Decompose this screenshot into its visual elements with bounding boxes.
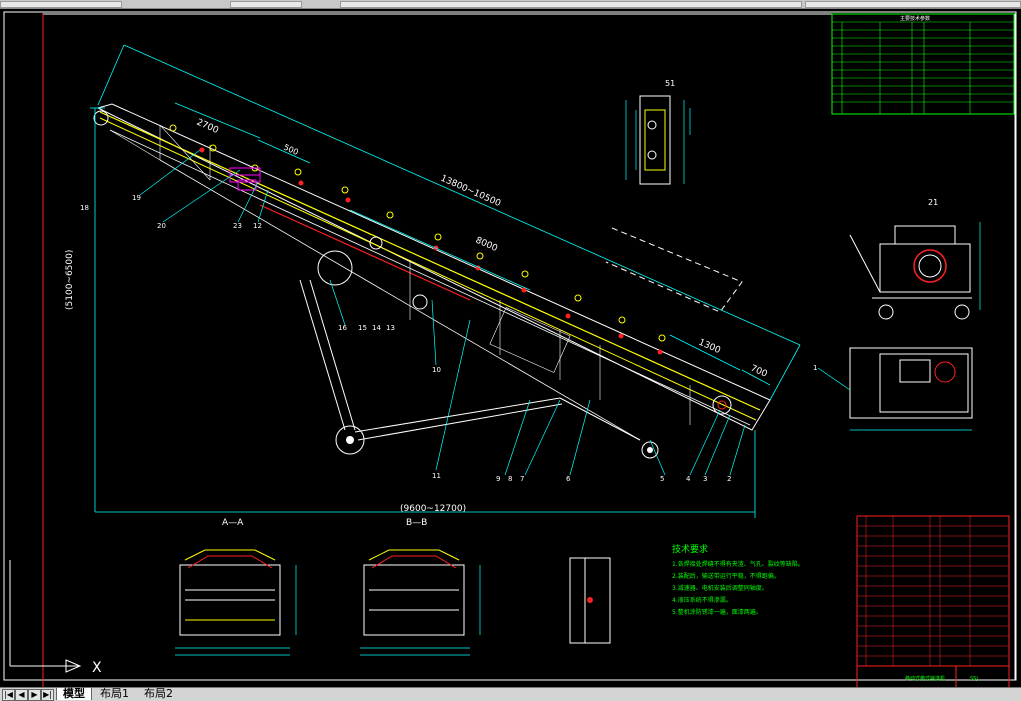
section-a-a: A—A: [175, 518, 297, 656]
red-member: [259, 204, 471, 301]
dim-span-main: 13800~10500: [439, 174, 503, 210]
section-51-label: 51: [665, 79, 675, 88]
parts-list: 移动式带式输送机 SSJ: [856, 515, 1010, 689]
tech-req-line: 5.整机涂防锈漆一遍，面漆两遍。: [672, 608, 762, 616]
callout-6: 6: [566, 475, 571, 483]
callout-20: 20: [157, 222, 166, 230]
title-bar-segment[interactable]: [340, 1, 802, 8]
callout-9: 9: [496, 475, 500, 483]
tech-req-title: 技术要求: [672, 543, 708, 555]
hopper-dashed: [605, 227, 743, 313]
callout-2: 2: [727, 475, 731, 483]
callout-23: 23: [233, 222, 242, 230]
title-block-number: SSJ: [970, 676, 978, 682]
section-view-51: 51: [625, 79, 691, 185]
outer-frame: [3, 11, 1017, 681]
tech-req-line: 3.减速器、电机安装后调整同轴度。: [672, 584, 768, 592]
section-b-b: B—B: [360, 518, 481, 656]
dim-1300: 1300: [697, 338, 722, 357]
callout-leaders: [139, 149, 746, 476]
callout-15: 15: [358, 324, 367, 332]
tech-req-line: 4.液压系统不得渗漏。: [672, 596, 732, 604]
callout-14: 14: [372, 324, 381, 332]
callout-3: 3: [703, 475, 707, 483]
dim-span-inner: 8000: [474, 236, 499, 255]
dim-700: 700: [749, 364, 769, 380]
tech-req-line: 2.装配后，输送带运行平稳，不得跑偏。: [672, 572, 780, 580]
hydraulic-plan-view: [817, 347, 973, 431]
callout-13: 13: [386, 324, 395, 332]
view-21-label: 21: [928, 198, 938, 207]
tail-drum: [712, 395, 732, 415]
layout-tab-bar: |◀ ◀ ▶ ▶| 模型 布局1 布局2: [0, 687, 1021, 701]
section-b-b-label: B—B: [406, 518, 427, 528]
dimension-lines: [90, 44, 801, 518]
hydraulic-cart-view: 21: [849, 198, 981, 320]
parameter-table-title: 主要技术参数: [900, 15, 930, 22]
callout-labels: 18 19 20 23 12 16 15 14 13 10 11 9 8 7 6…: [80, 194, 817, 483]
belt-return: [99, 117, 757, 421]
callout-19: 19: [132, 194, 141, 202]
dim-total-length: (9600~12700): [400, 504, 466, 514]
callout-8: 8: [508, 475, 512, 483]
callout-5: 5: [660, 475, 664, 483]
title-bar-segment[interactable]: [805, 1, 1021, 8]
callout-4: 4: [686, 475, 691, 483]
tab-layout2[interactable]: 布局2: [138, 688, 179, 700]
main-frame-outline: [96, 103, 771, 431]
callout-12: 12: [253, 222, 262, 230]
title-bar-segment[interactable]: [0, 1, 122, 8]
section-a-a-label: A—A: [222, 518, 244, 528]
tab-nav-first-button[interactable]: |◀: [2, 689, 15, 701]
title-block-name: 移动式带式输送机: [905, 675, 945, 682]
title-bar: [0, 0, 1021, 9]
callout-1: 1: [813, 364, 817, 372]
tab-model[interactable]: 模型: [56, 688, 92, 700]
support-frame: [299, 279, 641, 441]
idler-markers: [199, 147, 663, 355]
bend-pulley: [317, 250, 353, 286]
drawing-canvas[interactable]: 2700 500 13800~10500 8000 1300 700 (9600…: [0, 9, 1021, 690]
parameter-table: 主要技术参数: [831, 13, 1015, 115]
ucs-x-label: X: [92, 660, 102, 676]
tab-layout1[interactable]: 布局1: [94, 688, 135, 700]
cad-drawing: 2700 500 13800~10500 8000 1300 700 (9600…: [3, 11, 1017, 690]
callout-7: 7: [520, 475, 524, 483]
tab-nav-prev-button[interactable]: ◀: [15, 689, 28, 701]
detail-view: [569, 557, 611, 644]
conveyor-elevation: 2700 500 13800~10500 8000 1300 700 (9600…: [65, 44, 817, 518]
dim-height: (5100~6500): [65, 250, 75, 310]
title-bar-segment[interactable]: [230, 1, 302, 8]
callout-16: 16: [338, 324, 347, 332]
callout-10: 10: [432, 366, 441, 374]
callout-18: 18: [80, 204, 89, 212]
callout-11: 11: [432, 472, 441, 480]
ucs-icon: X: [9, 560, 102, 676]
belt-top: [99, 111, 761, 411]
tech-requirements: 技术要求 1.各焊接处焊缝不得有夹渣、气孔、裂纹等缺陷。 2.装配后，输送带运行…: [672, 543, 804, 616]
frame-lower-chord: [109, 129, 751, 426]
tab-nav-next-button[interactable]: ▶: [28, 689, 41, 701]
tab-nav-last-button[interactable]: ▶|: [41, 689, 54, 701]
tech-req-line: 1.各焊接处焊缝不得有夹渣、气孔、裂纹等缺陷。: [672, 560, 804, 568]
frame-bottom: [159, 159, 641, 441]
